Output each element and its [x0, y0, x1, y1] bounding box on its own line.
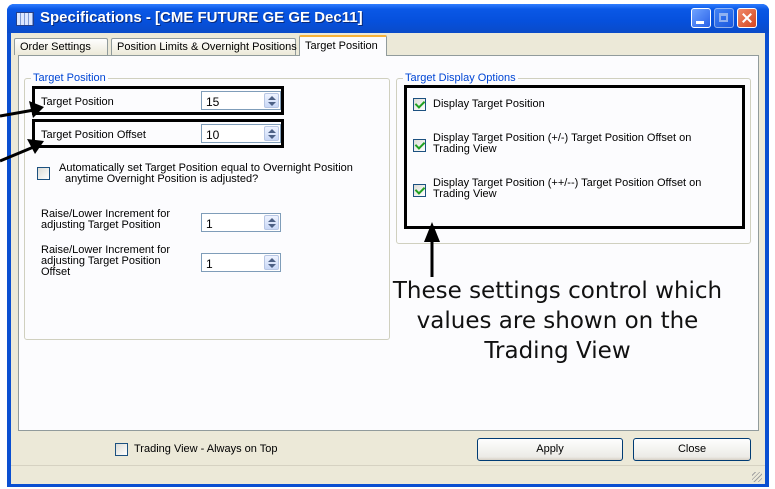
target-position-label: Target Position — [41, 96, 114, 108]
target-position-offset-spinner[interactable]: 10 — [201, 124, 281, 143]
raise-lower-target-line2: adjusting Target Position — [41, 219, 161, 231]
tab-order-settings[interactable]: Order Settings — [14, 38, 108, 55]
target-display-options-group: Target Display Options Display Target Po… — [396, 72, 751, 244]
annotation-line2: values are shown on the — [416, 308, 699, 334]
status-bar — [11, 465, 765, 484]
annotation-line1: These settings control which — [392, 278, 723, 304]
display-option-1-label: Display Target Position — [433, 98, 545, 110]
close-button[interactable]: Close — [633, 438, 751, 461]
tab-strip: Order Settings Position Limits & Overnig… — [11, 33, 765, 57]
always-on-top-label: Trading View - Always on Top — [134, 443, 278, 455]
resize-grip-icon[interactable] — [752, 472, 762, 482]
raise-lower-target-spinner[interactable]: 1 — [201, 213, 281, 232]
tab-position-limits[interactable]: Position Limits & Overnight Positions — [111, 38, 297, 55]
annotation-caption: These settings control which values are … — [385, 276, 730, 366]
window-title: Specifications - [CME FUTURE GE GE Dec11… — [40, 9, 363, 26]
display-target-offset-doubleplusminus-checkbox[interactable] — [413, 184, 426, 197]
spinner-arrows-icon[interactable] — [264, 255, 279, 270]
raise-lower-offset-line3: Offset — [41, 266, 71, 278]
target-position-offset-value: 10 — [206, 128, 220, 142]
target-position-offset-label: Target Position Offset — [41, 129, 146, 141]
apply-button[interactable]: Apply — [477, 438, 623, 461]
display-target-position-checkbox[interactable] — [413, 98, 426, 111]
target-position-group: Target Position Target Position 15 Targe… — [24, 72, 390, 340]
minimize-icon[interactable] — [691, 8, 711, 28]
tab-target-position[interactable]: Target Position — [299, 35, 387, 56]
raise-lower-offset-value: 1 — [206, 257, 213, 271]
title-bar[interactable]: Specifications - [CME FUTURE GE GE Dec11… — [7, 4, 769, 33]
spinner-arrows-icon[interactable] — [264, 215, 279, 230]
auto-set-line2: anytime Overnight Position is adjusted? — [65, 173, 259, 185]
display-option-3-line2: Trading View — [433, 188, 497, 200]
annotation-line3: Trading View — [484, 338, 631, 364]
raise-lower-offset-spinner[interactable]: 1 — [201, 253, 281, 272]
specifications-window: Specifications - [CME FUTURE GE GE Dec11… — [7, 4, 769, 487]
always-on-top-checkbox[interactable] — [115, 443, 128, 456]
target-position-value: 15 — [206, 95, 220, 109]
target-position-spinner[interactable]: 15 — [201, 91, 281, 110]
close-icon[interactable] — [737, 8, 757, 28]
tab-panel-target-position: Target Position Target Position 15 Targe… — [18, 55, 759, 431]
auto-set-target-checkbox[interactable] — [37, 167, 50, 180]
spinner-arrows-icon[interactable] — [264, 93, 279, 108]
spinner-arrows-icon[interactable] — [264, 126, 279, 141]
app-window-icon — [16, 12, 34, 26]
group-title-display-options: Target Display Options — [403, 72, 518, 84]
group-title-target-position: Target Position — [31, 72, 108, 84]
maximize-icon — [714, 8, 734, 28]
dialog-client-area: Order Settings Position Limits & Overnig… — [11, 33, 765, 484]
display-option-2-line2: Trading View — [433, 143, 497, 155]
raise-lower-target-value: 1 — [206, 217, 213, 231]
display-target-offset-plusminus-checkbox[interactable] — [413, 139, 426, 152]
